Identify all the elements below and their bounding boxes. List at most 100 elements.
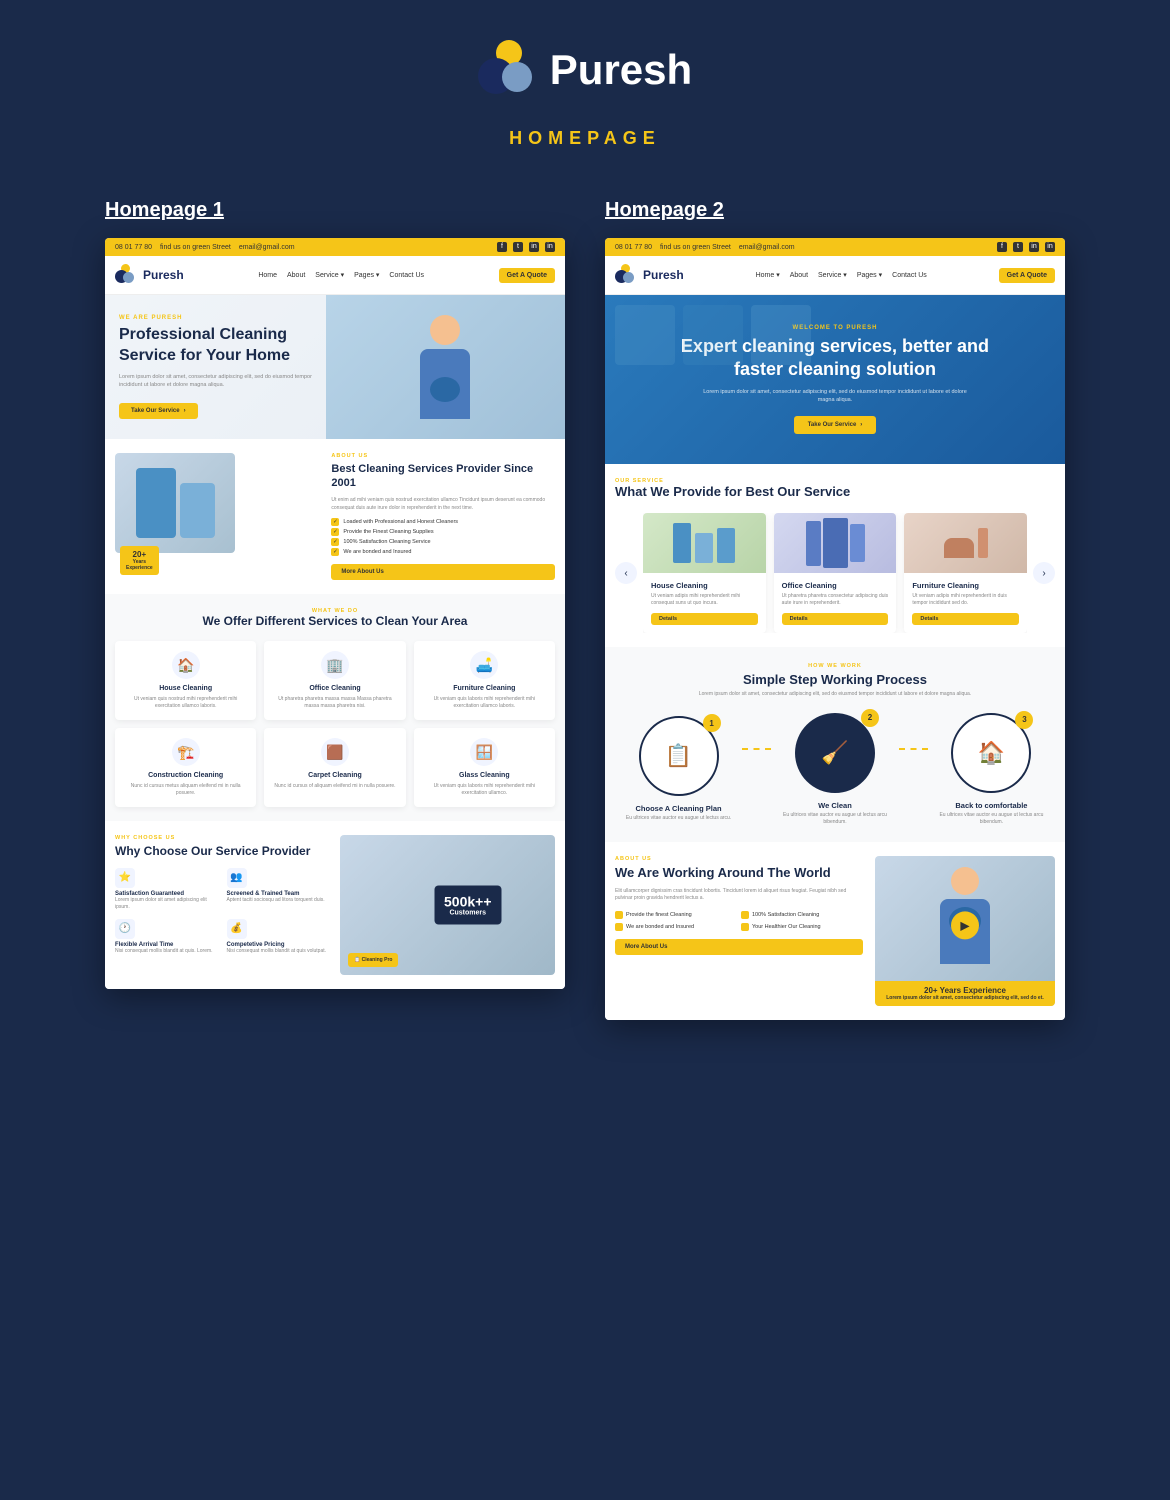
social-facebook[interactable]: f: [497, 242, 507, 252]
section-label: HOMEPAGE: [509, 128, 661, 149]
nav-links: Home About Service ▾ Pages ▾ Contact Us: [258, 271, 424, 279]
service2-card-furniture: Furniture Cleaning Ut veniam adipis mihi…: [904, 513, 1027, 633]
service2-body-furniture: Furniture Cleaning Ut veniam adipis mihi…: [904, 573, 1027, 633]
homepage2-title[interactable]: Homepage 2: [605, 199, 724, 222]
why-feature-team: 👥 Screened & Trained Team Aptent taciti …: [227, 868, 331, 911]
about-desc: Ut enim ad mihi veniam quis nostrud exer…: [331, 496, 555, 512]
hero-section: WE ARE PURESH Professional Cleaning Serv…: [105, 295, 565, 439]
process-step-1: 1 📋 Choose A Cleaning Plan Eu ultrices v…: [615, 716, 742, 822]
service-desc-office: Ut pharetra pharetra massa massa Massa p…: [272, 696, 397, 710]
service-card-office: 🏢 Office Cleaning Ut pharetra pharetra m…: [264, 641, 405, 720]
service-card-carpet: 🟫 Carpet Cleaning Nunc id cursus of aliq…: [264, 728, 405, 807]
price-icon: 💰: [227, 919, 247, 939]
nav-service[interactable]: Service ▾: [315, 271, 344, 279]
process-steps: 1 📋 Choose A Cleaning Plan Eu ultrices v…: [615, 713, 1055, 826]
play-button[interactable]: ▶: [951, 911, 979, 939]
social-twitter[interactable]: t: [513, 242, 523, 252]
nav2-contact[interactable]: Contact Us: [892, 272, 927, 279]
about-cta[interactable]: More About Us: [331, 564, 555, 580]
topbar2-phone: 08 01 77 80: [615, 244, 652, 251]
nav2-logo-text: Puresh: [643, 268, 684, 282]
header: Puresh HOMEPAGE: [478, 0, 692, 169]
hero2-section: WELCOME TO PURESH Expert cleaning servic…: [605, 295, 1065, 464]
service-card-construction: 🏗️ Construction Cleaning Nunc id cursus …: [115, 728, 256, 807]
about2-image: ▶ 20+ Years Experience Lorem ipsum dolor…: [875, 856, 1055, 1006]
nav2-home[interactable]: Home ▾: [756, 271, 780, 279]
service2-btn-office[interactable]: Details: [782, 613, 889, 625]
social2-instagram[interactable]: in: [1029, 242, 1039, 252]
service2-card-house: House Cleaning Ut veniam adipis mihi rep…: [643, 513, 766, 633]
slider-prev[interactable]: ‹: [615, 562, 637, 584]
service2-img-house: [643, 513, 766, 573]
step-title-3: Back to comfortable: [955, 801, 1027, 810]
service2-desc-office: Ut pharetra pharetra consectetur adipisc…: [782, 593, 889, 607]
topbar-left-card: 08 01 77 80 find us on green Street emai…: [105, 238, 565, 256]
service2-img-furniture: [904, 513, 1027, 573]
service2-img-office: [774, 513, 897, 573]
step-title-1: Choose A Cleaning Plan: [635, 804, 721, 813]
service2-body-house: House Cleaning Ut veniam adipis mihi rep…: [643, 573, 766, 633]
about2-checks: Provide the finest Cleaning 100% Satisfa…: [615, 911, 863, 931]
nav-logo: Puresh: [115, 264, 184, 286]
nav-cta[interactable]: Get A Quote: [499, 268, 555, 283]
nav-home[interactable]: Home: [258, 272, 277, 279]
hero-cta[interactable]: Take Our Service ›: [119, 403, 198, 419]
nav2-about[interactable]: About: [790, 272, 808, 279]
why-feature-desc-2: Aptent taciti sociosqu ad litora torquen…: [227, 897, 331, 904]
about2-content: ABOUT US We Are Working Around The World…: [615, 856, 863, 1006]
homepage1-col: Homepage 1 08 01 77 80 find us on green …: [105, 199, 565, 989]
process-step-3: 3 🏠 Back to comfortable Eu ultrices vita…: [928, 713, 1055, 826]
nav2-pages[interactable]: Pages ▾: [857, 271, 882, 279]
homepage2-card: 08 01 77 80 find us on green Street emai…: [605, 238, 1065, 1020]
homepage1-card: 08 01 77 80 find us on green Street emai…: [105, 238, 565, 989]
hero2-bg: [605, 295, 1065, 464]
about2-check-2: 100% Satisfaction Cleaning: [741, 911, 863, 919]
why-feature-desc-4: Nisi consequat mollis blandit at quis vo…: [227, 948, 331, 955]
about2-label: ABOUT US: [615, 856, 863, 862]
about2-cta[interactable]: More About Us: [615, 939, 863, 955]
service-card-house: 🏠 House Cleaning Ut veniam quis nostrud …: [115, 641, 256, 720]
why-section: WHY CHOOSE US Why Choose Our Service Pro…: [105, 821, 565, 989]
services2-section: OUR SERVICE What We Provide for Best Our…: [605, 464, 1065, 647]
step-circle-1: 1 📋: [639, 716, 719, 796]
nav-about[interactable]: About: [287, 272, 305, 279]
why-image: 500k++ Customers 📋 Cleaning Pro: [340, 835, 555, 975]
about2-checkbox-3: [615, 923, 623, 931]
about2-exp-badge: 20+ Years Experience Lorem ipsum dolor s…: [875, 981, 1055, 1006]
service-name-house: House Cleaning: [123, 685, 248, 692]
nav-logo-text: Puresh: [143, 268, 184, 282]
social-instagram[interactable]: in: [529, 242, 539, 252]
time-icon: 🕐: [115, 919, 135, 939]
service2-btn-house[interactable]: Details: [651, 613, 758, 625]
topbar-phone: 08 01 77 80: [115, 244, 152, 251]
social-linkedin[interactable]: in: [545, 242, 555, 252]
nav2-service[interactable]: Service ▾: [818, 271, 847, 279]
why-feature-satisfaction: ⭐ Satisfaction Guaranteed Lorem ipsum do…: [115, 868, 219, 911]
social2-facebook[interactable]: f: [997, 242, 1007, 252]
topbar-right-card: 08 01 77 80 find us on green Street emai…: [605, 238, 1065, 256]
nav2-links: Home ▾ About Service ▾ Pages ▾ Contact U…: [756, 271, 927, 279]
check-item-4: ✓ We are bonded and Insured: [331, 548, 555, 556]
construction-icon: 🏗️: [172, 738, 200, 766]
homepage1-title[interactable]: Homepage 1: [105, 199, 224, 222]
service2-btn-furniture[interactable]: Details: [912, 613, 1019, 625]
service-name-construction: Construction Cleaning: [123, 772, 248, 779]
hero-desc: Lorem ipsum dolor sit amet, consectetur …: [119, 373, 330, 390]
about2-check-label-2: 100% Satisfaction Cleaning: [752, 912, 819, 918]
social2-linkedin[interactable]: in: [1045, 242, 1055, 252]
about2-checkbox-2: [741, 911, 749, 919]
services2-header: OUR SERVICE What We Provide for Best Our…: [615, 478, 1055, 501]
why-image-person: 📋 Cleaning Pro: [348, 953, 398, 967]
social2-twitter[interactable]: t: [1013, 242, 1023, 252]
nav-contact[interactable]: Contact Us: [389, 272, 424, 279]
about-section: 20+ Years Experience ABOUT US Best Clean…: [105, 439, 565, 594]
step-desc-2: Eu ultrices vitae auctor eu augue ut lec…: [771, 812, 898, 826]
services2-slider: ‹: [615, 513, 1055, 633]
slider-next[interactable]: ›: [1033, 562, 1055, 584]
nav-pages[interactable]: Pages ▾: [354, 271, 379, 279]
check-label-2: Provide the Finest Cleaning Supplies: [343, 529, 433, 535]
carpet-icon: 🟫: [321, 738, 349, 766]
service2-name-house: House Cleaning: [651, 581, 758, 590]
nav2-cta[interactable]: Get A Quote: [999, 268, 1055, 283]
about2-check-1: Provide the finest Cleaning: [615, 911, 737, 919]
